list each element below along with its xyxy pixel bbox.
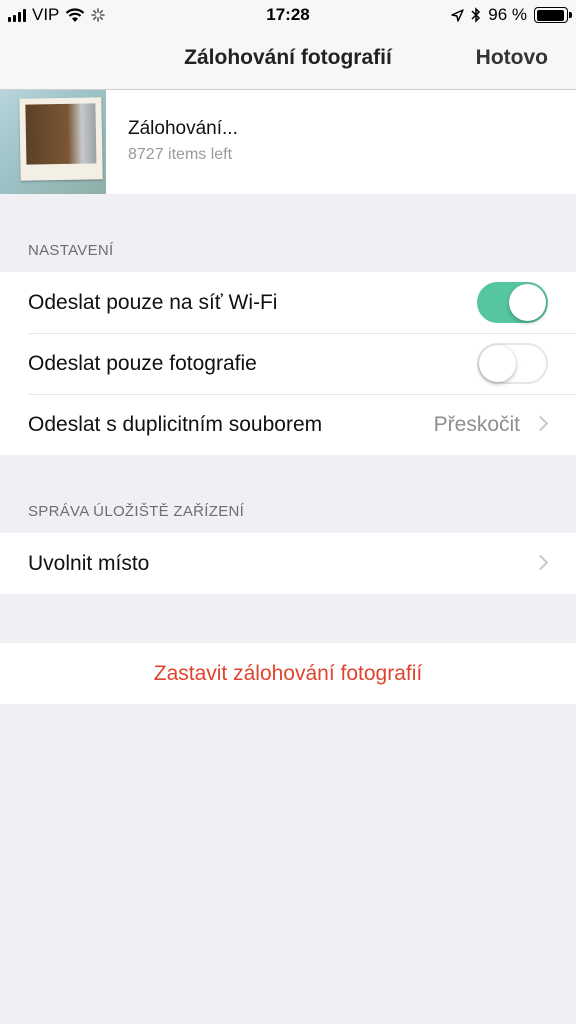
battery-percent: 96 % [488, 5, 527, 24]
battery-icon [534, 7, 572, 23]
bluetooth-icon [471, 7, 481, 23]
free-up-space-label: Uvolnit místo [28, 551, 150, 575]
status-bar: VIP 17:28 96 % [0, 0, 576, 30]
navigation-bar: Zálohování fotografií Hotovo [0, 30, 576, 90]
done-button[interactable]: Hotovo [476, 46, 548, 70]
photo-thumbnail [0, 90, 106, 194]
photos-only-toggle[interactable] [477, 343, 548, 384]
storage-group: Uvolnit místo [0, 533, 576, 594]
toggle-knob [479, 345, 516, 382]
free-up-space-row[interactable]: Uvolnit místo [0, 533, 576, 594]
section-header-storage: SPRÁVA ÚLOŽIŠTĚ ZAŘÍZENÍ [28, 503, 245, 520]
settings-group: Odeslat pouze na síť Wi-Fi Odeslat pouze… [0, 272, 576, 455]
backup-status-title: Zálohování... [128, 118, 238, 139]
location-arrow-icon [451, 8, 464, 22]
setting-row-duplicates[interactable]: Odeslat s duplicitním souborem Přeskočit [0, 394, 576, 455]
wifi-only-toggle[interactable] [477, 282, 548, 323]
setting-row-wifi-only: Odeslat pouze na síť Wi-Fi [0, 272, 576, 333]
section-header-settings: NASTAVENÍ [28, 242, 114, 259]
stop-backup-button[interactable]: Zastavit zálohování fotografií [0, 643, 576, 704]
duplicates-value: Přeskočit [433, 412, 520, 436]
backup-progress-card: Zálohování... 8727 items left [0, 90, 576, 194]
backup-items-left: 8727 items left [128, 146, 233, 163]
setting-row-photos-only: Odeslat pouze fotografie [0, 333, 576, 394]
status-right: 96 % [451, 5, 572, 25]
toggle-knob [509, 284, 546, 321]
